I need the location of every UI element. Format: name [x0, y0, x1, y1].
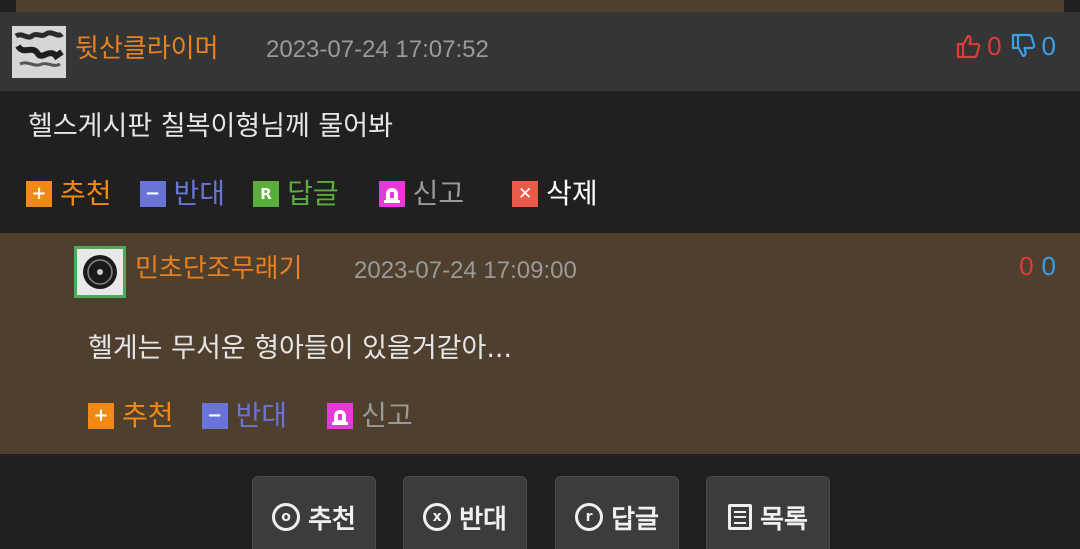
oppose-post-button[interactable]: x 반대: [403, 476, 527, 549]
recommend-label: 추천: [122, 399, 174, 432]
siren-icon: [378, 181, 405, 207]
downvote-count: 0: [1041, 30, 1056, 61]
previous-comment-edge: [16, 0, 1064, 12]
reply-comment: 민초단조무래기 2023-07-24 17:09:00 0 0 헬게는 무서운 …: [0, 233, 1080, 454]
comment-author[interactable]: 민초단조무래기: [135, 254, 302, 284]
vote-counts: 0 0: [1019, 251, 1056, 282]
downvote-group[interactable]: 0: [1010, 31, 1056, 62]
report-button[interactable]: 신고: [378, 177, 465, 211]
recommend-button[interactable]: + 추천: [88, 399, 174, 433]
delete-label: 삭제: [546, 177, 598, 210]
minus-icon: −: [201, 403, 228, 429]
oppose-button[interactable]: − 반대: [139, 177, 226, 211]
reply-post-label: 답글: [611, 505, 659, 535]
upvote-count: 0: [987, 30, 1002, 61]
comment-text: 헬게는 무서운 형아들이 있을거같아...: [88, 333, 513, 364]
comment-actions: + 추천 − 반대 R 답글 신고 ✕ 삭제: [26, 177, 626, 211]
reply-button[interactable]: R 답글: [253, 177, 339, 211]
thumbs-down-icon: [1011, 33, 1035, 58]
circle-r-icon: r: [575, 503, 604, 531]
circle-x-icon: x: [423, 503, 452, 531]
comment-date: 2023-07-24 17:07:52: [266, 36, 489, 63]
delete-button[interactable]: ✕ 삭제: [512, 177, 598, 211]
oppose-label: 반대: [173, 177, 226, 210]
upvote-count[interactable]: 0: [1019, 251, 1033, 282]
recommend-button[interactable]: + 추천: [26, 177, 112, 211]
oppose-post-label: 반대: [459, 505, 507, 535]
oppose-button[interactable]: − 반대: [201, 399, 288, 433]
avatar[interactable]: [74, 246, 126, 298]
plus-icon: +: [26, 181, 52, 207]
comment-text: 헬스게시판 칠복이형님께 물어봐: [28, 111, 393, 142]
recommend-post-label: 추천: [308, 505, 356, 535]
comment-body: 헬스게시판 칠복이형님께 물어봐 + 추천 − 반대 R 답글 신고 ✕ 삭제: [0, 91, 1080, 233]
report-label: 신고: [361, 399, 413, 432]
comment-header: 뒷산클라이머 2023-07-24 17:07:52 0 0: [0, 12, 1080, 91]
comment-date: 2023-07-24 17:09:00: [354, 257, 577, 284]
downvote-count[interactable]: 0: [1042, 251, 1056, 282]
upvote-group[interactable]: 0: [955, 30, 1002, 62]
vote-counts: 0 0: [955, 30, 1056, 62]
plus-icon: +: [88, 403, 114, 429]
minus-icon: −: [139, 181, 166, 207]
siren-icon: [327, 403, 354, 429]
report-button[interactable]: 신고: [327, 399, 413, 433]
circle-o-icon: o: [272, 503, 301, 531]
list-icon: [728, 504, 753, 530]
top-strip: [0, 0, 1080, 12]
oppose-label: 반대: [235, 399, 288, 432]
reply-r-icon: R: [253, 181, 280, 207]
bottom-action-bar: o 추천 x 반대 r 답글 목록: [0, 454, 1080, 549]
recommend-post-button[interactable]: o 추천: [252, 476, 376, 549]
list-label: 목록: [760, 505, 808, 535]
reply-label: 답글: [287, 177, 339, 210]
avatar[interactable]: [12, 26, 66, 78]
reply-post-button[interactable]: r 답글: [555, 476, 679, 549]
report-label: 신고: [412, 177, 465, 210]
comment-actions: + 추천 − 반대 신고: [88, 399, 441, 433]
thumbs-up-icon: [956, 34, 981, 59]
list-button[interactable]: 목록: [706, 476, 830, 549]
comment-author[interactable]: 뒷산클라이머: [75, 34, 219, 64]
recommend-label: 추천: [60, 177, 112, 210]
close-icon: ✕: [512, 181, 539, 207]
